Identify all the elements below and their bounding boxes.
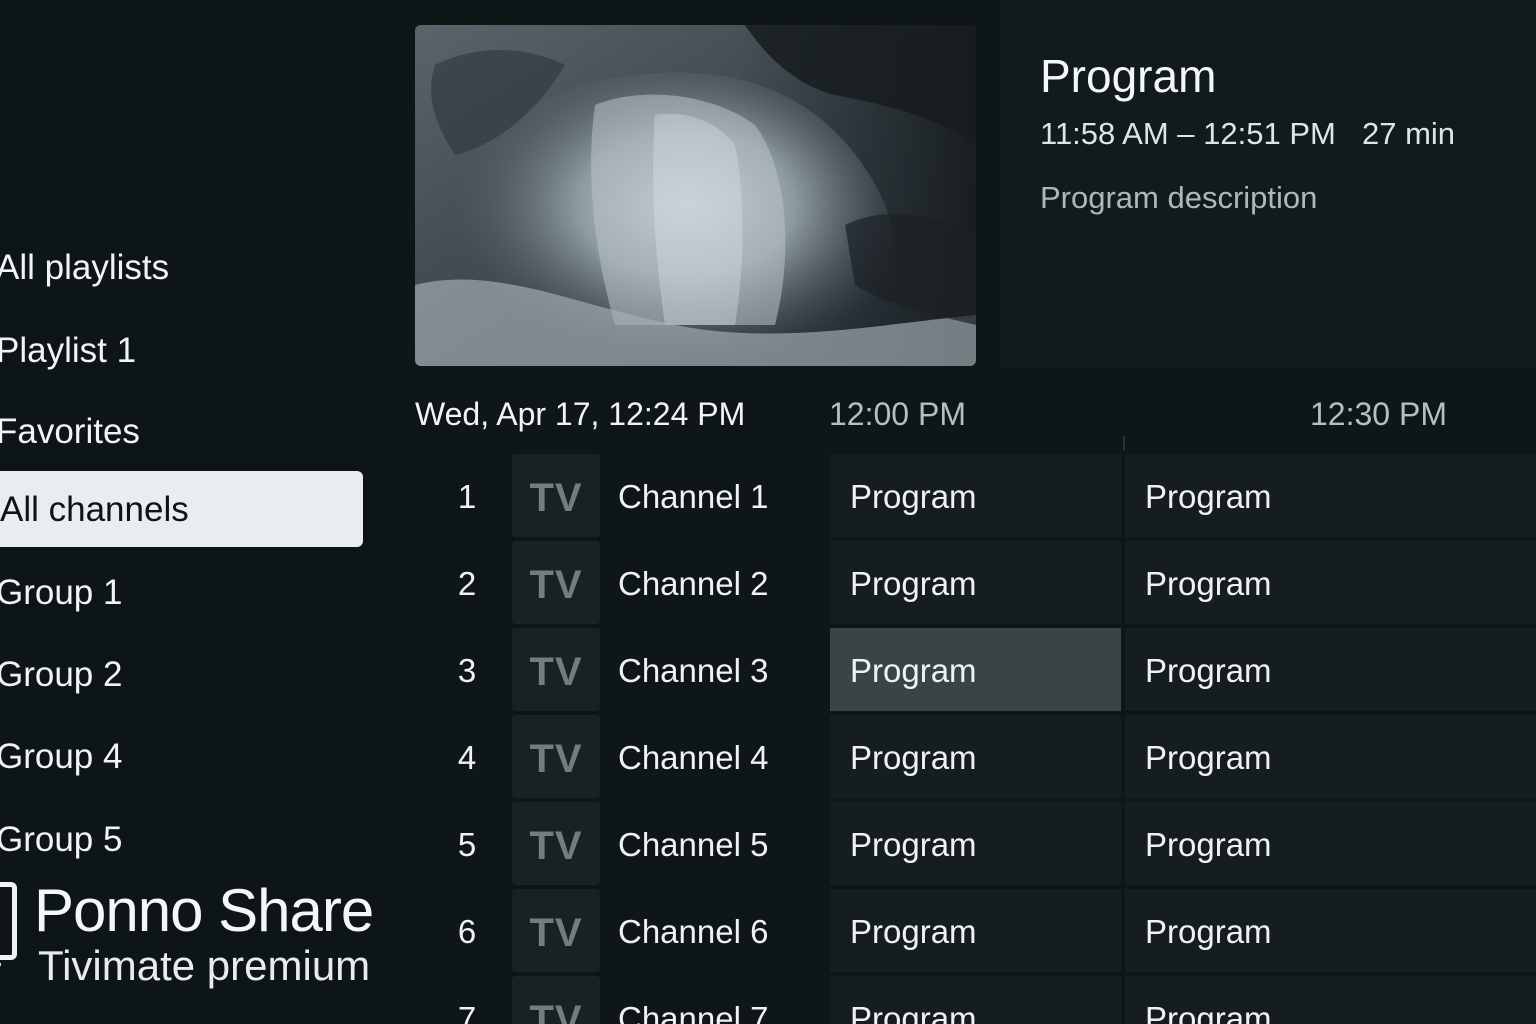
logo-dot-icon xyxy=(0,962,1,967)
program-cell[interactable]: Program xyxy=(830,541,1121,624)
brand-subtitle: Tivimate premium xyxy=(38,942,371,989)
program-cell[interactable]: Program xyxy=(830,802,1121,885)
sidebar-item-group-5[interactable]: Group 5 xyxy=(0,807,122,873)
channel-name[interactable]: Channel 5 xyxy=(618,802,768,885)
current-datetime: Wed, Apr 17, 12:24 PM xyxy=(415,396,746,432)
channel-number: 7 xyxy=(457,1000,477,1024)
program-cell[interactable]: Program xyxy=(1125,715,1536,798)
program-cell[interactable]: Program xyxy=(830,454,1121,537)
program-cell[interactable]: Program xyxy=(830,976,1121,1024)
program-cell[interactable]: Program xyxy=(1125,454,1536,537)
channel-row: 4 TV Channel 4 Program Program xyxy=(415,715,1536,798)
program-cell[interactable]: Program xyxy=(1125,889,1536,972)
timeline-tick xyxy=(1123,436,1125,450)
channel-name[interactable]: Channel 6 xyxy=(618,889,768,972)
program-cell[interactable]: Program xyxy=(1125,976,1536,1024)
channel-logo-icon: TV xyxy=(512,802,600,885)
brand-title: Ponno Share xyxy=(34,877,374,944)
channel-number: 6 xyxy=(457,913,477,950)
channel-logo-icon: TV xyxy=(512,628,600,711)
program-cell[interactable]: Program xyxy=(830,889,1121,972)
program-title: Program xyxy=(1040,50,1217,102)
channel-name[interactable]: Channel 2 xyxy=(618,541,768,624)
channel-logo-icon: TV xyxy=(512,889,600,972)
program-time-range: 11:58 AM – 12:51 PM xyxy=(1040,116,1336,151)
channel-logo-icon: TV xyxy=(512,715,600,798)
sidebar-item-all-playlists[interactable]: All playlists xyxy=(0,235,169,301)
program-cell[interactable]: Program xyxy=(1125,628,1536,711)
sidebar-item-group-4[interactable]: Group 4 xyxy=(0,724,122,790)
sidebar-item-all-channels[interactable]: All channels xyxy=(0,471,363,547)
video-preview[interactable] xyxy=(415,25,976,366)
channel-row: 7 TV Channel 7 Program Program xyxy=(415,976,1536,1024)
channel-row: 3 TV Channel 3 Program Program xyxy=(415,628,1536,711)
channel-logo-icon: TV xyxy=(512,976,600,1024)
logo-mark-icon xyxy=(0,882,17,960)
channel-name[interactable]: Channel 7 xyxy=(618,976,768,1024)
channel-number: 4 xyxy=(457,739,477,776)
channel-number: 3 xyxy=(457,652,477,689)
channel-row: 6 TV Channel 6 Program Program xyxy=(415,889,1536,972)
sidebar-item-playlist-1[interactable]: Playlist 1 xyxy=(0,318,136,384)
channel-number: 1 xyxy=(457,478,477,515)
channel-logo-icon: TV xyxy=(512,454,600,537)
sidebar: All playlists Playlist 1 Favorites All c… xyxy=(0,0,392,1024)
channel-row: 1 TV Channel 1 Program Program xyxy=(415,454,1536,537)
program-duration: 27 min xyxy=(1362,116,1456,151)
channel-logo-icon: TV xyxy=(512,541,600,624)
channel-name[interactable]: Channel 1 xyxy=(618,454,768,537)
tv-guide-screen: All playlists Playlist 1 Favorites All c… xyxy=(0,0,1536,1024)
waterfall-image xyxy=(415,25,976,366)
sidebar-item-favorites[interactable]: Favorites xyxy=(0,399,140,465)
program-cell-selected[interactable]: Program xyxy=(830,628,1121,711)
time-slot-label: 12:30 PM xyxy=(1310,396,1447,432)
program-cell[interactable]: Program xyxy=(1125,541,1536,624)
program-cell[interactable]: Program xyxy=(1125,802,1536,885)
channel-row: 2 TV Channel 2 Program Program xyxy=(415,541,1536,624)
sidebar-item-group-2[interactable]: Group 2 xyxy=(0,642,122,708)
program-cell[interactable]: Program xyxy=(830,715,1121,798)
program-info-panel: Program 11:58 AM – 12:51 PM 27 min Progr… xyxy=(1001,0,1536,368)
brand-logo: Ponno Share Tivimate premium xyxy=(0,877,374,998)
channel-name[interactable]: Channel 3 xyxy=(618,628,768,711)
time-slot-label: 12:00 PM xyxy=(829,396,966,432)
sidebar-item-group-1[interactable]: Group 1 xyxy=(0,560,122,626)
channel-row: 5 TV Channel 5 Program Program xyxy=(415,802,1536,885)
channel-number: 5 xyxy=(457,826,477,863)
channel-name[interactable]: Channel 4 xyxy=(618,715,768,798)
channel-number: 2 xyxy=(457,565,477,602)
program-description: Program description xyxy=(1040,180,1318,215)
